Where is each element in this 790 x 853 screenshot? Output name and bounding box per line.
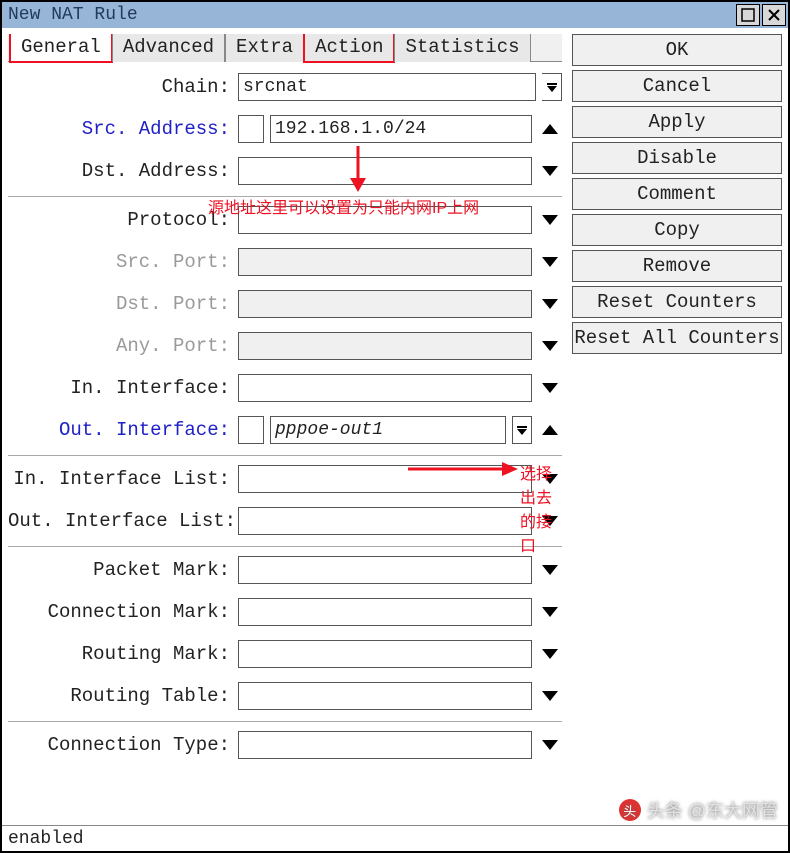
tab-action[interactable]: Action: [304, 34, 394, 62]
packet-mark-expand-icon[interactable]: [538, 556, 562, 584]
any-port-expand-icon: [538, 332, 562, 360]
out-interface-label: Out. Interface:: [8, 419, 232, 441]
src-port-input: [238, 248, 532, 276]
out-interface-list-expand-icon[interactable]: [538, 507, 562, 535]
row-src-port: Src. Port:: [8, 241, 562, 283]
src-port-label: Src. Port:: [8, 251, 232, 273]
src-address-not-checkbox[interactable]: [238, 115, 264, 143]
cancel-button[interactable]: Cancel: [572, 70, 782, 102]
close-button[interactable]: [762, 4, 786, 26]
divider: [8, 196, 562, 197]
button-column: OK Cancel Apply Disable Comment Copy Rem…: [572, 34, 782, 825]
row-out-interface: Out. Interface: pppoe-out1: [8, 409, 562, 451]
in-interface-list-input[interactable]: [238, 465, 532, 493]
any-port-input: [238, 332, 532, 360]
out-interface-collapse-icon[interactable]: [538, 416, 562, 444]
dst-address-label: Dst. Address:: [8, 160, 232, 182]
src-port-expand-icon: [538, 248, 562, 276]
out-interface-not-checkbox[interactable]: [238, 416, 264, 444]
dst-port-label: Dst. Port:: [8, 293, 232, 315]
divider: [8, 455, 562, 456]
status-text: enabled: [8, 829, 84, 849]
row-routing-mark: Routing Mark:: [8, 633, 562, 675]
row-any-port: Any. Port:: [8, 325, 562, 367]
packet-mark-input[interactable]: [238, 556, 532, 584]
apply-button[interactable]: Apply: [572, 106, 782, 138]
in-interface-list-expand-icon[interactable]: [538, 465, 562, 493]
reset-all-counters-button[interactable]: Reset All Counters: [572, 322, 782, 354]
routing-mark-input[interactable]: [238, 640, 532, 668]
row-dst-address: Dst. Address:: [8, 150, 562, 192]
protocol-expand-icon[interactable]: [538, 206, 562, 234]
row-protocol: Protocol:: [8, 199, 562, 241]
in-interface-list-label: In. Interface List:: [8, 468, 232, 490]
connection-type-label: Connection Type:: [8, 734, 232, 756]
tab-statistics[interactable]: Statistics: [394, 34, 530, 62]
watermark-text: 头条 @东大网管: [647, 797, 778, 823]
row-routing-table: Routing Table:: [8, 675, 562, 717]
routing-mark-label: Routing Mark:: [8, 643, 232, 665]
tab-strip: General Advanced Extra Action Statistics: [8, 34, 562, 62]
protocol-input[interactable]: [238, 206, 532, 234]
dst-port-expand-icon: [538, 290, 562, 318]
tab-general[interactable]: General: [10, 34, 112, 62]
out-interface-list-input[interactable]: [238, 507, 532, 535]
status-bar: enabled: [2, 825, 788, 851]
dst-port-input: [238, 290, 532, 318]
src-address-label: Src. Address:: [8, 118, 232, 140]
out-interface-list-label: Out. Interface List:: [8, 510, 232, 532]
disable-button[interactable]: Disable: [572, 142, 782, 174]
ok-button[interactable]: OK: [572, 34, 782, 66]
watermark-logo-icon: 头: [619, 799, 641, 821]
connection-mark-label: Connection Mark:: [8, 601, 232, 623]
row-connection-mark: Connection Mark:: [8, 591, 562, 633]
packet-mark-label: Packet Mark:: [8, 559, 232, 581]
row-src-address: Src. Address: 192.168.1.0/24: [8, 108, 562, 150]
routing-table-input[interactable]: [238, 682, 532, 710]
window-title: New NAT Rule: [8, 5, 734, 25]
any-port-label: Any. Port:: [8, 335, 232, 357]
comment-button[interactable]: Comment: [572, 178, 782, 210]
src-address-input[interactable]: 192.168.1.0/24: [270, 115, 532, 143]
remove-button[interactable]: Remove: [572, 250, 782, 282]
routing-table-label: Routing Table:: [8, 685, 232, 707]
in-interface-label: In. Interface:: [8, 377, 232, 399]
form-column: General Advanced Extra Action Statistics…: [8, 34, 562, 825]
chain-label: Chain:: [8, 76, 232, 98]
routing-table-expand-icon[interactable]: [538, 682, 562, 710]
routing-mark-expand-icon[interactable]: [538, 640, 562, 668]
row-in-interface-list: In. Interface List:: [8, 458, 562, 500]
tab-advanced[interactable]: Advanced: [112, 34, 225, 62]
connection-type-input[interactable]: [238, 731, 532, 759]
row-connection-type: Connection Type:: [8, 724, 562, 766]
row-dst-port: Dst. Port:: [8, 283, 562, 325]
dst-address-expand-icon[interactable]: [538, 157, 562, 185]
row-packet-mark: Packet Mark:: [8, 549, 562, 591]
body: General Advanced Extra Action Statistics…: [2, 28, 788, 825]
minimize-button[interactable]: [736, 4, 760, 26]
reset-counters-button[interactable]: Reset Counters: [572, 286, 782, 318]
connection-mark-expand-icon[interactable]: [538, 598, 562, 626]
tab-extra[interactable]: Extra: [225, 34, 304, 62]
watermark: 头 头条 @东大网管: [619, 797, 778, 823]
protocol-label: Protocol:: [8, 209, 232, 231]
out-interface-input[interactable]: pppoe-out1: [270, 416, 506, 444]
copy-button[interactable]: Copy: [572, 214, 782, 246]
titlebar: New NAT Rule: [2, 2, 788, 28]
window: New NAT Rule General Advanced Extra Acti…: [0, 0, 790, 853]
row-chain: Chain: srcnat: [8, 66, 562, 108]
in-interface-expand-icon[interactable]: [538, 374, 562, 402]
connection-mark-input[interactable]: [238, 598, 532, 626]
connection-type-expand-icon[interactable]: [538, 731, 562, 759]
row-in-interface: In. Interface:: [8, 367, 562, 409]
row-out-interface-list: Out. Interface List:: [8, 500, 562, 542]
out-interface-dropdown-icon[interactable]: [512, 416, 532, 444]
in-interface-input[interactable]: [238, 374, 532, 402]
chain-input[interactable]: srcnat: [238, 73, 536, 101]
chain-dropdown-icon[interactable]: [542, 73, 562, 101]
divider: [8, 546, 562, 547]
dst-address-input[interactable]: [238, 157, 532, 185]
divider: [8, 721, 562, 722]
src-address-collapse-icon[interactable]: [538, 115, 562, 143]
